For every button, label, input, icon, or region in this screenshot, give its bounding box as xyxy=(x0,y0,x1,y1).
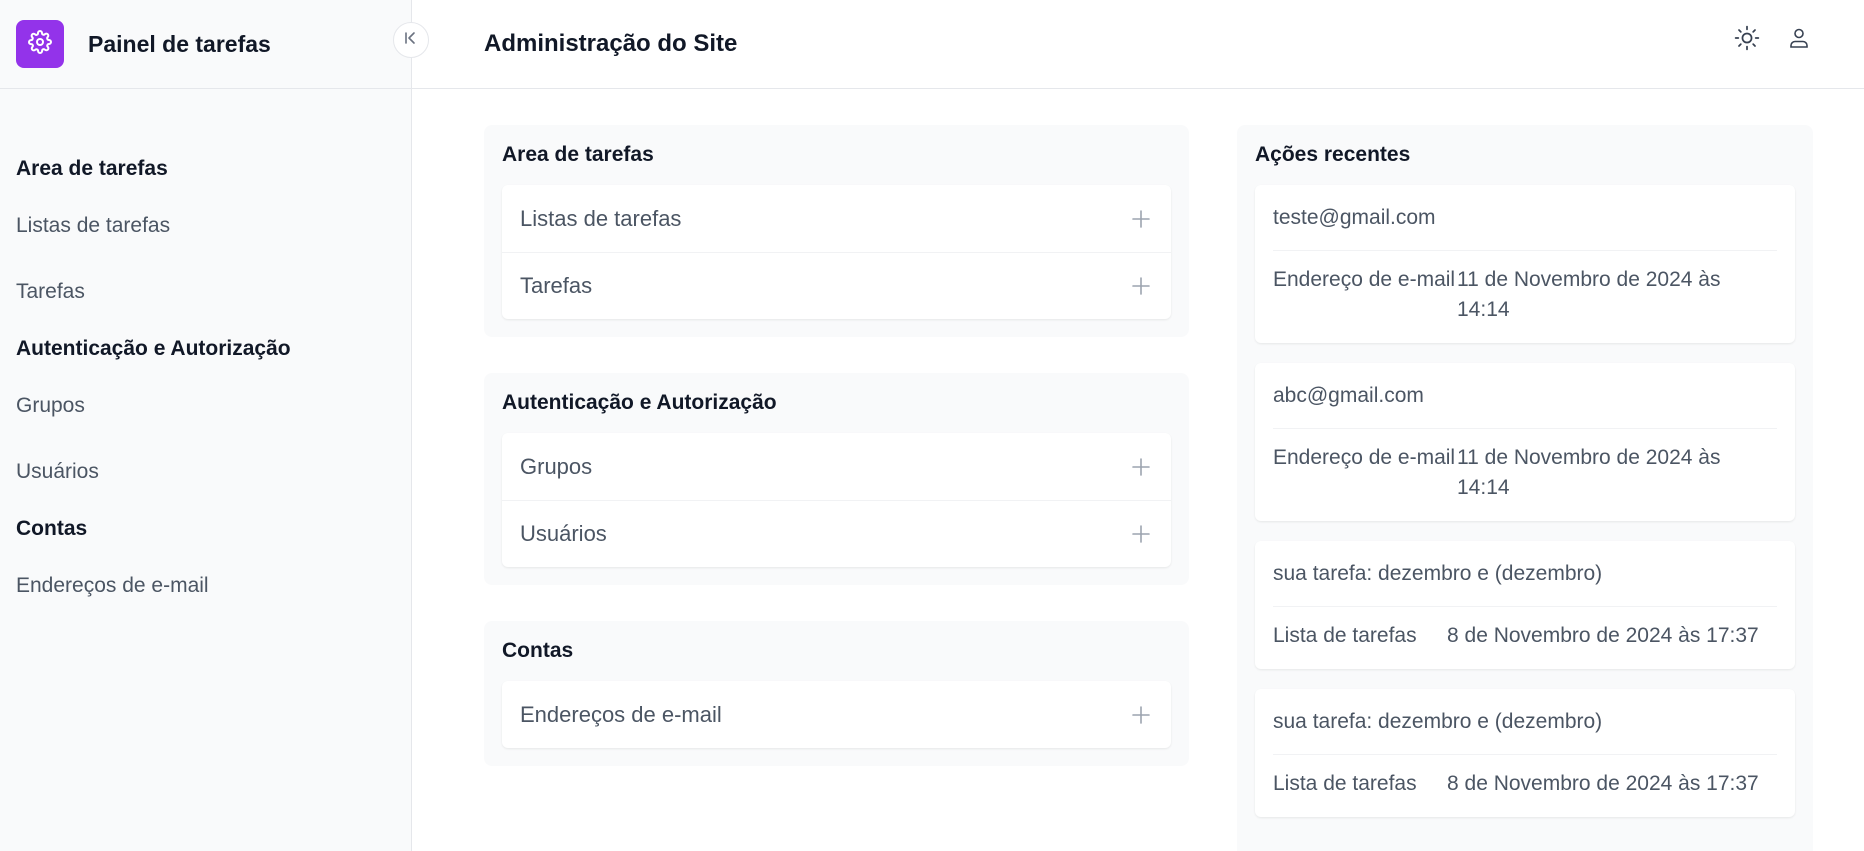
recent-action-name[interactable]: teste@gmail.com xyxy=(1273,185,1777,251)
app-card-title[interactable]: Contas xyxy=(502,639,1171,663)
recent-action-type: Endereço de e-mail xyxy=(1273,446,1456,469)
sidebar-section-title: Autenticação e Autorização xyxy=(16,337,291,360)
plus-icon[interactable] xyxy=(1129,703,1153,727)
model-label[interactable]: Tarefas xyxy=(520,273,592,299)
plus-icon[interactable] xyxy=(1129,207,1153,231)
recent-action-type: Lista de tarefas xyxy=(1273,772,1417,795)
model-label[interactable]: Grupos xyxy=(520,454,592,480)
model-row[interactable]: Endereços de e-mail xyxy=(502,681,1171,748)
user-icon[interactable] xyxy=(1785,24,1813,52)
app-card-title[interactable]: Autenticação e Autorização xyxy=(502,391,1171,415)
collapse-sidebar-button[interactable] xyxy=(393,22,429,58)
recent-action-name[interactable]: abc@gmail.com xyxy=(1273,363,1777,429)
sidebar-group: Contas Endereços de e-mail xyxy=(16,505,395,619)
model-row[interactable]: Usuários xyxy=(502,500,1171,567)
sidebar-nav: Area de tarefas Listas de tarefas Tarefa… xyxy=(0,89,411,619)
recent-action-name[interactable]: sua tarefa: dezembro e (dezembro) xyxy=(1273,689,1777,755)
topbar: Administração do Site xyxy=(412,0,1864,89)
gear-icon xyxy=(28,29,52,59)
app-list: Area de tarefas Listas de tarefas Tarefa… xyxy=(484,125,1189,851)
recent-action-meta: Lista de tarefas 8 de Novembro de 2024 à… xyxy=(1273,755,1777,817)
sidebar-item-listas-de-tarefas[interactable]: Listas de tarefas xyxy=(16,193,395,259)
model-row[interactable]: Listas de tarefas xyxy=(502,185,1171,252)
recent-action[interactable]: sua tarefa: dezembro e (dezembro) Lista … xyxy=(1255,541,1795,669)
app-card: Area de tarefas Listas de tarefas Tarefa… xyxy=(484,125,1189,337)
collapse-icon xyxy=(403,30,419,51)
recent-action-name[interactable]: sua tarefa: dezembro e (dezembro) xyxy=(1273,541,1777,607)
sidebar-group: Area de tarefas Listas de tarefas Tarefa… xyxy=(16,145,395,325)
recent-action-type: Endereço de e-mail xyxy=(1273,268,1456,291)
recent-action[interactable]: abc@gmail.com Endereço de e-mail 11 de N… xyxy=(1255,363,1795,521)
recent-action-date: 11 de Novembro de 2024 às 14:14 xyxy=(1457,446,1721,499)
sidebar-item-grupos[interactable]: Grupos xyxy=(16,373,395,439)
sidebar-item-enderecos-de-email[interactable]: Endereços de e-mail xyxy=(16,553,395,619)
model-row[interactable]: Tarefas xyxy=(502,252,1171,319)
recent-action-date: 8 de Novembro de 2024 às 17:37 xyxy=(1447,624,1759,647)
recent-action[interactable]: sua tarefa: dezembro e (dezembro) Lista … xyxy=(1255,689,1795,817)
recent-actions-title: Ações recentes xyxy=(1255,143,1411,166)
model-row[interactable]: Grupos xyxy=(502,433,1171,500)
recent-action-date: 8 de Novembro de 2024 às 17:37 xyxy=(1447,772,1759,795)
page-title: Administração do Site xyxy=(484,30,738,57)
logo[interactable] xyxy=(16,20,64,68)
recent-action[interactable]: teste@gmail.com Endereço de e-mail 11 de… xyxy=(1255,185,1795,343)
sidebar-group: Autenticação e Autorização Grupos Usuári… xyxy=(16,325,395,505)
model-list: Grupos Usuários xyxy=(502,433,1171,567)
app: Painel de tarefas Area de tarefas Listas… xyxy=(0,0,1864,851)
sidebar: Painel de tarefas Area de tarefas Listas… xyxy=(0,0,429,851)
sun-icon[interactable] xyxy=(1733,24,1761,52)
app-card-title[interactable]: Area de tarefas xyxy=(502,143,1171,167)
plus-icon[interactable] xyxy=(1129,455,1153,479)
model-label[interactable]: Listas de tarefas xyxy=(520,206,681,232)
model-list: Listas de tarefas Tarefas xyxy=(502,185,1171,319)
plus-icon[interactable] xyxy=(1129,274,1153,298)
main-content: Administração do Site Area de tarefas Li… xyxy=(412,0,1864,851)
model-label[interactable]: Usuários xyxy=(520,521,607,547)
app-title[interactable]: Painel de tarefas xyxy=(88,31,271,58)
model-label[interactable]: Endereços de e-mail xyxy=(520,702,722,728)
recent-action-meta: Endereço de e-mail 11 de Novembro de 202… xyxy=(1273,251,1777,343)
sidebar-item-tarefas[interactable]: Tarefas xyxy=(16,259,395,325)
model-list: Endereços de e-mail xyxy=(502,681,1171,748)
sidebar-section-title: Area de tarefas xyxy=(16,157,168,180)
topbar-actions xyxy=(1733,24,1813,52)
sidebar-section-title: Contas xyxy=(16,517,88,540)
recent-action-type: Lista de tarefas xyxy=(1273,624,1417,647)
app-card: Contas Endereços de e-mail xyxy=(484,621,1189,766)
recent-actions-column: Ações recentes teste@gmail.com Endereço … xyxy=(1237,125,1813,851)
sidebar-header: Painel de tarefas xyxy=(0,0,429,89)
app-card: Autenticação e Autorização Grupos Usuári… xyxy=(484,373,1189,585)
recent-action-meta: Endereço de e-mail 11 de Novembro de 202… xyxy=(1273,429,1777,521)
plus-icon[interactable] xyxy=(1129,522,1153,546)
sidebar-item-usuarios[interactable]: Usuários xyxy=(16,439,395,505)
recent-action-date: 11 de Novembro de 2024 às 14:14 xyxy=(1457,268,1721,321)
recent-action-meta: Lista de tarefas 8 de Novembro de 2024 à… xyxy=(1273,607,1777,669)
recent-actions: Ações recentes teste@gmail.com Endereço … xyxy=(1237,125,1813,851)
dashboard: Area de tarefas Listas de tarefas Tarefa… xyxy=(412,89,1864,851)
